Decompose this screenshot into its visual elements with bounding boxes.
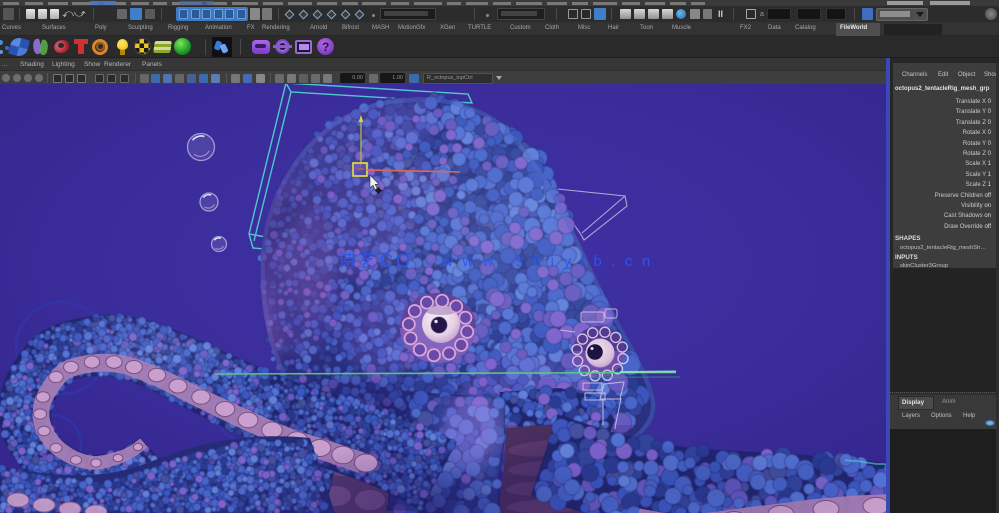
svg-text:诗艺CG: 诗艺CG [338, 251, 413, 271]
svg-text:www.shiyib.cn: www.shiyib.cn [441, 253, 660, 270]
